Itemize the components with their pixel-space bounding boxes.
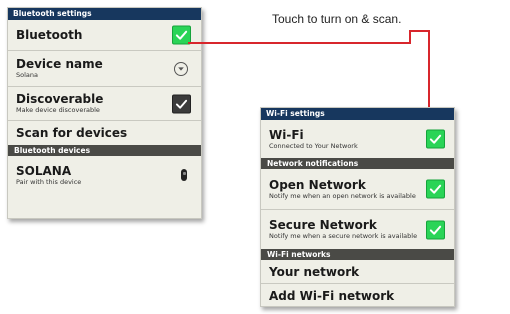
discoverable-label: Discoverable [16,92,104,106]
callout-line [409,30,430,32]
secure-network-sub: Notify me when a secure network is avail… [269,232,418,240]
device-name-value: Solana [16,71,38,79]
discoverable-checkbox[interactable] [172,94,191,113]
check-icon [429,225,442,235]
scan-devices-row[interactable]: Scan for devices [8,121,201,145]
bluetooth-settings-panel: Bluetooth settings Bluetooth Device name… [7,7,202,219]
callout-text: Touch to turn on & scan. [272,12,402,26]
check-icon [175,99,188,109]
discoverable-sub: Make device discoverable [16,106,100,114]
wifi-toggle-row[interactable]: Wi-Fi Connected to Your Network [261,120,454,158]
your-network-label: Your network [269,264,360,279]
bluetooth-toggle-row[interactable]: Bluetooth [8,20,201,51]
check-icon [429,134,442,144]
add-wifi-network-label: Add Wi-Fi network [269,289,395,303]
wifi-status: Connected to Your Network [269,141,358,150]
bluetooth-device-name: SOLANA [16,163,72,178]
bluetooth-label: Bluetooth [16,28,83,42]
wifi-checkbox[interactable] [426,129,445,149]
chevron-down-icon[interactable] [174,61,188,76]
bluetooth-device-item[interactable]: SOLANA Pair with this device [8,156,201,194]
secure-network-checkbox[interactable] [426,220,445,239]
network-notifications-header: Network notifications [261,158,454,169]
open-network-label: Open Network [269,177,366,192]
open-network-sub: Notify me when an open network is availa… [269,191,416,200]
open-network-checkbox[interactable] [426,179,445,199]
device-name-label: Device name [16,57,103,71]
callout-line [409,30,411,44]
bluetooth-devices-header: Bluetooth devices [8,145,201,156]
discoverable-row[interactable]: Discoverable Make device discoverable [8,87,201,121]
check-icon [175,30,188,40]
wifi-networks-header: Wi-Fi networks [261,249,454,260]
your-network-item[interactable]: Your network [261,260,454,284]
secure-network-label: Secure Network [269,218,377,232]
open-network-row[interactable]: Open Network Notify me when an open netw… [261,169,454,210]
callout-line [188,42,410,44]
wifi-settings-header: Wi-Fi settings [261,108,454,120]
bluetooth-settings-header: Bluetooth settings [8,8,201,20]
bluetooth-device-sub: Pair with this device [16,177,82,186]
wifi-label: Wi-Fi [269,127,304,142]
secure-network-row[interactable]: Secure Network Notify me when a secure n… [261,210,454,249]
wifi-settings-panel: Wi-Fi settings Wi-Fi Connected to Your N… [260,107,455,307]
scan-devices-label: Scan for devices [16,126,128,140]
add-wifi-network-item[interactable]: Add Wi-Fi network [261,284,454,306]
check-icon [429,184,442,194]
device-name-row[interactable]: Device name Solana [8,51,201,87]
phone-icon [181,169,187,181]
